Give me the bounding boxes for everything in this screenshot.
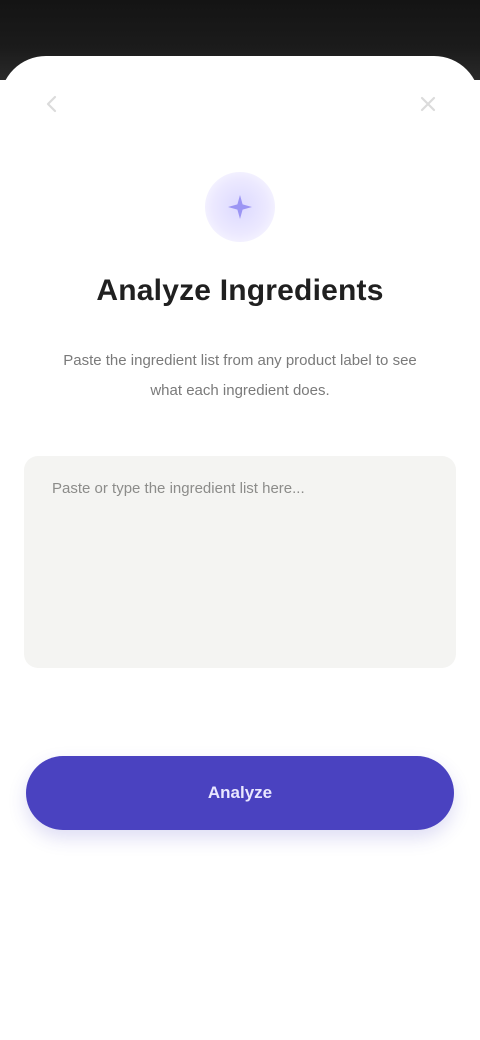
- page-subtitle: Paste the ingredient list from any produ…: [63, 352, 417, 399]
- ingredient-input[interactable]: [24, 456, 456, 668]
- sparkle-icon: [205, 172, 275, 242]
- back-chevron-icon[interactable]: [40, 92, 64, 116]
- ingredient-input-container: [24, 456, 456, 668]
- analyze-button[interactable]: Analyze: [26, 756, 454, 830]
- close-icon[interactable]: [416, 92, 440, 116]
- page-title: Analyze Ingredients: [96, 274, 384, 307]
